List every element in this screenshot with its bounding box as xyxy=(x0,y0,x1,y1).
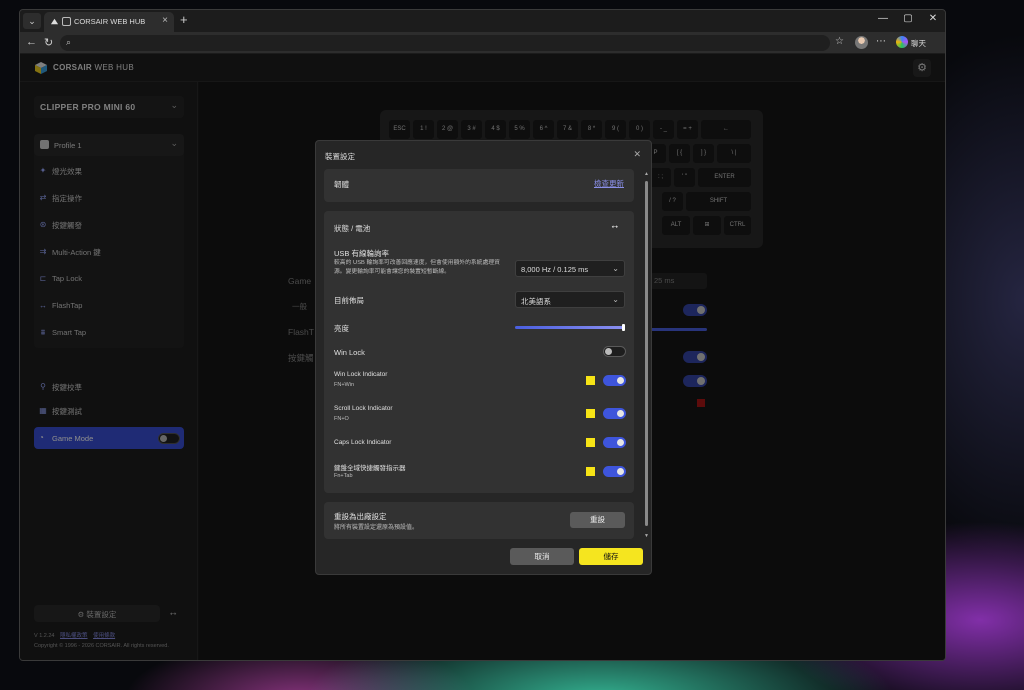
dialog-scroll-area[interactable]: 韌體 檢查更新 狀態 / 電池 ⭤ USB 有線輪詢率 較高的 USB 輪詢率可… xyxy=(316,169,641,539)
brightness-label: 亮度 xyxy=(334,324,349,333)
minimize-icon[interactable]: — xyxy=(873,13,893,24)
device-settings-dialog: 裝置設定 ✕ 韌體 檢查更新 狀態 / 電池 ⭤ USB 有線輪詢率 較高的 U… xyxy=(315,140,652,575)
indicator-color-swatch[interactable] xyxy=(586,409,595,418)
status-card: 狀態 / 電池 ⭤ USB 有線輪詢率 較高的 USB 輪詢率可改善回應速度，但… xyxy=(324,211,634,493)
chevron-down-icon: ⌄ xyxy=(612,295,619,304)
firmware-card: 韌體 檢查更新 xyxy=(324,169,634,202)
check-update-link[interactable]: 檢查更新 xyxy=(594,178,624,189)
copilot-icon[interactable] xyxy=(896,36,908,48)
maximize-icon[interactable]: ▢ xyxy=(898,13,918,24)
tab-list-button[interactable]: ⌄ xyxy=(23,13,41,29)
tab-bar: ⌄ CORSAIR WEB HUB × + — ▢ ✕ xyxy=(20,10,945,32)
indicator-label: Caps Lock Indicator xyxy=(334,439,392,446)
save-button[interactable]: 儲存 xyxy=(579,548,643,565)
indicator-toggle[interactable] xyxy=(603,408,626,419)
usb-rate-label: USB 有線輪詢率 xyxy=(334,249,390,258)
indicator-shortcut: Fn+Tab xyxy=(334,473,353,479)
back-icon[interactable]: ← xyxy=(26,36,37,48)
address-bar: ← ↻ ⌕ ☆ ⋯ 聊天 xyxy=(20,32,945,54)
layout-label: 目前佈局 xyxy=(334,296,364,305)
winlock-toggle[interactable] xyxy=(603,346,626,357)
new-tab-icon[interactable]: + xyxy=(180,12,188,27)
dialog-title: 裝置設定 xyxy=(325,152,355,161)
scroll-thumb[interactable] xyxy=(645,181,648,526)
cancel-button[interactable]: 取消 xyxy=(510,548,574,565)
search-icon: ⌕ xyxy=(66,37,72,47)
indicator-color-swatch[interactable] xyxy=(586,376,595,385)
slider-handle[interactable] xyxy=(622,324,625,331)
more-menu-icon[interactable]: ⋯ xyxy=(876,36,886,47)
indicator-shortcut: FN+Win xyxy=(334,382,355,388)
layout-select[interactable]: 北美語系 ⌄ xyxy=(515,291,625,308)
indicator-color-swatch[interactable] xyxy=(586,438,595,447)
indicator-color-swatch[interactable] xyxy=(586,467,595,476)
polling-rate-select[interactable]: 8,000 Hz / 0.125 ms ⌄ xyxy=(515,260,625,277)
dialog-scrollbar[interactable]: ▲ ▼ xyxy=(644,171,649,539)
scroll-down-icon[interactable]: ▼ xyxy=(644,533,649,539)
reset-description: 將所有裝置設定還原為預設值。 xyxy=(334,525,419,531)
indicator-toggle[interactable] xyxy=(603,437,626,448)
reset-card: 重設為出廠設定 將所有裝置設定還原為預設值。 重設 xyxy=(324,502,634,539)
browser-window: ⌄ CORSAIR WEB HUB × + — ▢ ✕ ← ↻ ⌕ ☆ ⋯ 聊天 xyxy=(19,9,946,661)
indicator-label: Scroll Lock Indicator xyxy=(334,405,393,412)
usb-icon: ⭤ xyxy=(611,222,618,231)
close-icon[interactable]: ✕ xyxy=(633,149,641,160)
indicator-shortcut: FN+O xyxy=(334,416,349,422)
status-title: 狀態 / 電池 xyxy=(334,224,371,233)
indicator-toggle[interactable] xyxy=(603,466,626,477)
usb-rate-description: 較高的 USB 輪詢率可改善回應速度，但會使用額外的系統處理資源。變更輪詢率可能… xyxy=(334,260,500,275)
indicator-toggle[interactable] xyxy=(603,375,626,386)
tab-close-icon[interactable]: × xyxy=(162,15,168,26)
url-input[interactable]: ⌕ xyxy=(60,35,830,51)
page-icon xyxy=(62,17,71,26)
indicator-label: Win Lock Indicator xyxy=(334,371,388,378)
reload-icon[interactable]: ↻ xyxy=(44,36,53,49)
brightness-slider[interactable] xyxy=(515,324,625,331)
browser-tab[interactable]: CORSAIR WEB HUB × xyxy=(44,12,174,32)
bookmark-star-icon[interactable]: ☆ xyxy=(835,36,844,47)
chat-label[interactable]: 聊天 xyxy=(911,38,926,49)
reset-button[interactable]: 重設 xyxy=(570,512,625,528)
reset-label: 重設為出廠設定 xyxy=(334,512,387,521)
tab-title: CORSAIR WEB HUB xyxy=(74,17,146,26)
firmware-label: 韌體 xyxy=(334,180,349,189)
indicator-label: 鍵盤全域快捷觸發指示器 xyxy=(334,465,406,472)
corsair-favicon-icon xyxy=(50,18,59,25)
winlock-label: Win Lock xyxy=(334,348,365,357)
chevron-down-icon: ⌄ xyxy=(612,264,619,273)
close-window-icon[interactable]: ✕ xyxy=(923,13,943,24)
scroll-up-icon[interactable]: ▲ xyxy=(644,171,649,177)
profile-avatar[interactable] xyxy=(855,36,868,49)
